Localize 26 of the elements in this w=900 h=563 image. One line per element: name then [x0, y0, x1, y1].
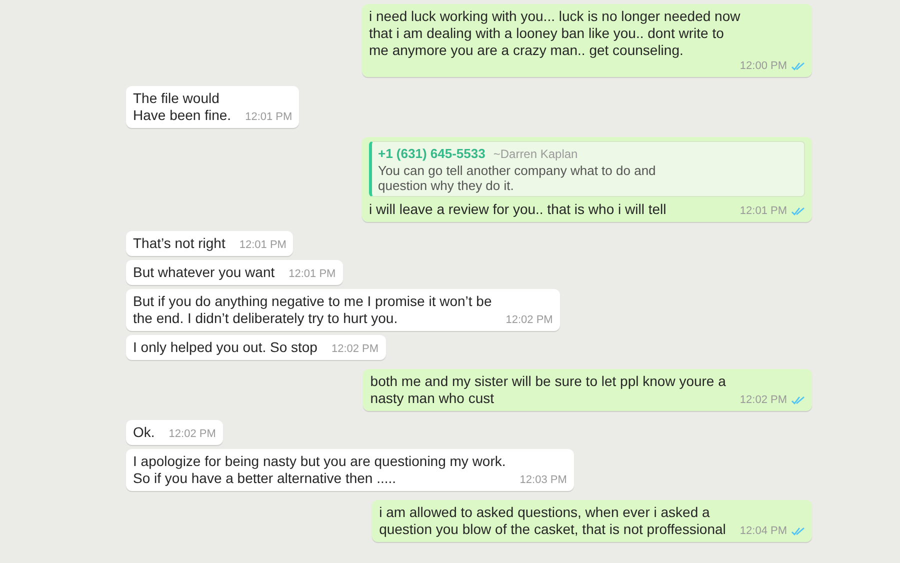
message-time: 12:02 PM	[740, 393, 787, 407]
message-text: both me and my sister will be sure to let ppl know youre a nasty man who cust	[370, 373, 726, 407]
message-time: 12:02 PM	[506, 313, 553, 327]
message-text: The file would Have been fine.	[133, 90, 232, 124]
message-time: 12:01 PM	[740, 204, 787, 218]
message-time: 12:02 PM	[168, 427, 216, 441]
message-time: 12:02 PM	[331, 342, 379, 356]
message-text: I apologize for being nasty but you are questioning my work. So if you have a better alternative then .....	[133, 453, 506, 487]
quoted-message[interactable]: +1 (631) 645-5533 ~Darren Kaplan You can go tell another company what to do and question why they do it.	[369, 141, 805, 197]
message-time: 12:01 PM	[239, 238, 286, 252]
message-time: 12:01 PM	[245, 110, 292, 124]
message-text: But whatever you want	[133, 264, 275, 281]
message-text: i am allowed to asked questions, when ever i asked a question you blow of the casket, that is not proffessional	[379, 504, 726, 538]
message-time: 12:03 PM	[520, 473, 567, 487]
message-text: Ok.	[133, 424, 155, 441]
message-time: 12:04 PM	[740, 524, 787, 538]
quoted-text: You can go tell another company what to do and question why they do it.	[378, 163, 657, 193]
quoted-sender-name: ~Darren Kaplan	[493, 146, 578, 163]
message-time: 12:01 PM	[288, 267, 336, 281]
quoted-phone-number: +1 (631) 645-5533	[378, 145, 486, 162]
message-text: i will leave a review for you.. that is who i will tell	[369, 201, 666, 218]
message-text: That’s not right	[133, 235, 226, 252]
message-text: But if you do anything negative to me I promise it won’t be the end. I didn’t deliberately try to hurt you.	[133, 293, 492, 327]
message-text: I only helped you out. So stop	[133, 339, 318, 356]
message-time: 12:00 PM	[740, 59, 787, 73]
message-text: i need luck working with you... luck is no longer needed now that i am dealing with a looney ban like you.. dont write to me anymore you are a crazy man.. get counseling.	[369, 8, 740, 59]
